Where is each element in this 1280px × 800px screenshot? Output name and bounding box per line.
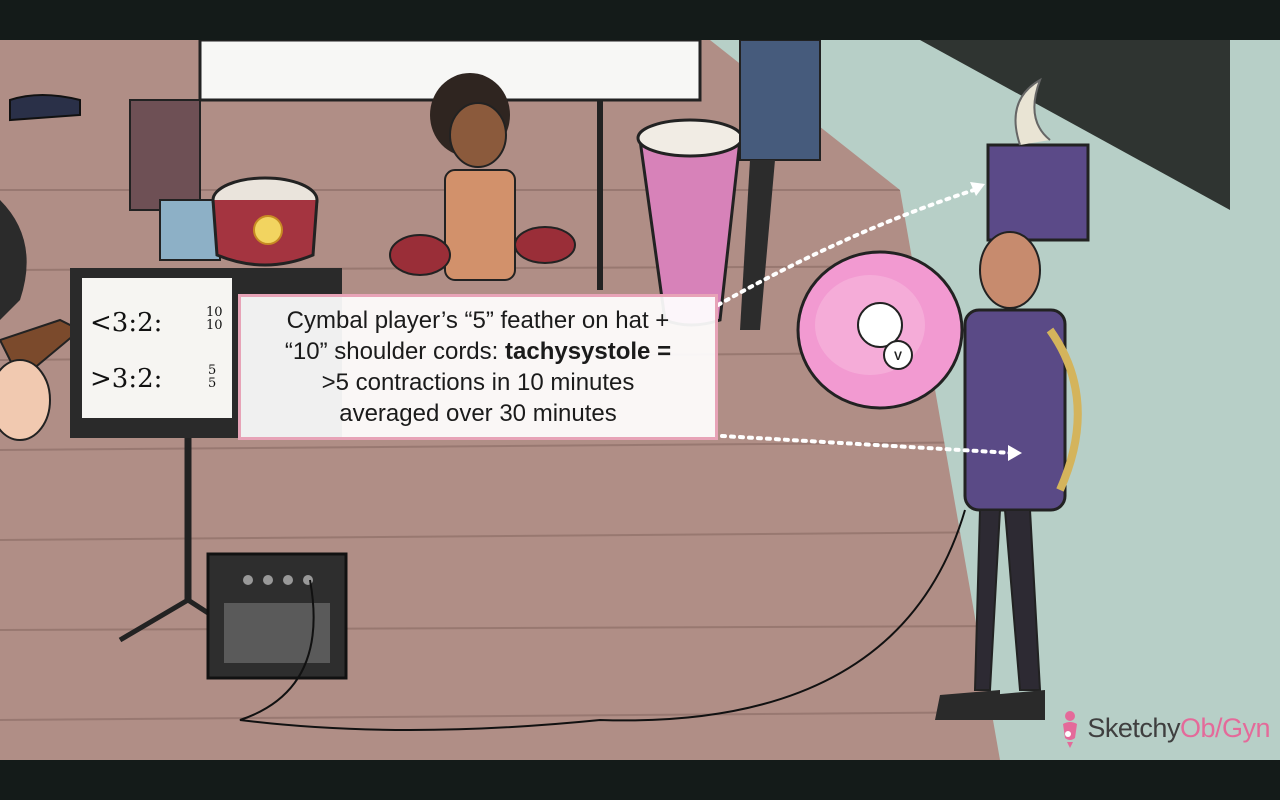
sheet-music: <3:2: 10 10 >3:2: 5 5: [88, 302, 228, 422]
illustration-frame: V <3:2: 10 10 >3:2: 5 5 Cymbal player’s …: [0, 40, 1280, 760]
callout-line-1: Cymbal player’s “5” feather on hat +: [286, 307, 670, 334]
callout-text: Cymbal player’s “5” feather on hat + “10…: [285, 305, 671, 429]
drum-icon: [211, 176, 319, 267]
logo-text-part1: Sketchy: [1087, 712, 1180, 743]
watch-letter: V: [894, 349, 902, 363]
brand-logo: SketchyOb/Gyn: [1059, 708, 1271, 748]
logo-icon: [1063, 711, 1078, 748]
callout-box: Cymbal player’s “5” feather on hat + “10…: [238, 294, 718, 440]
callout-line-3: >5 contractions in 10 minutes: [321, 369, 635, 396]
sheet-row2-time: 5 5: [208, 364, 216, 390]
drummer-shirt: [129, 99, 201, 211]
callout-line-4: averaged over 30 minutes: [339, 400, 617, 427]
sheet-row2-time-bottom: 5: [208, 376, 217, 391]
hat: [986, 143, 1090, 242]
amplifier-icon: [206, 552, 348, 680]
sheet-row1-text: <3:2:: [90, 308, 163, 338]
letterbox-top: [0, 0, 1280, 40]
logo-text-part2: Ob/Gyn: [1179, 712, 1271, 743]
sheet-row1-time-bottom: 10: [206, 318, 223, 333]
letterbox-bottom: [0, 760, 1280, 800]
sheet-row1-time: 10 10: [206, 306, 223, 332]
sheet-row2-text: >3:2:: [90, 364, 163, 394]
callout-line-2-prefix: “10” shoulder cords:: [284, 338, 505, 365]
callout-line-2-bold: tachysystole =: [505, 338, 672, 365]
logo-text: SketchyOb/Gyn: [1087, 713, 1270, 744]
